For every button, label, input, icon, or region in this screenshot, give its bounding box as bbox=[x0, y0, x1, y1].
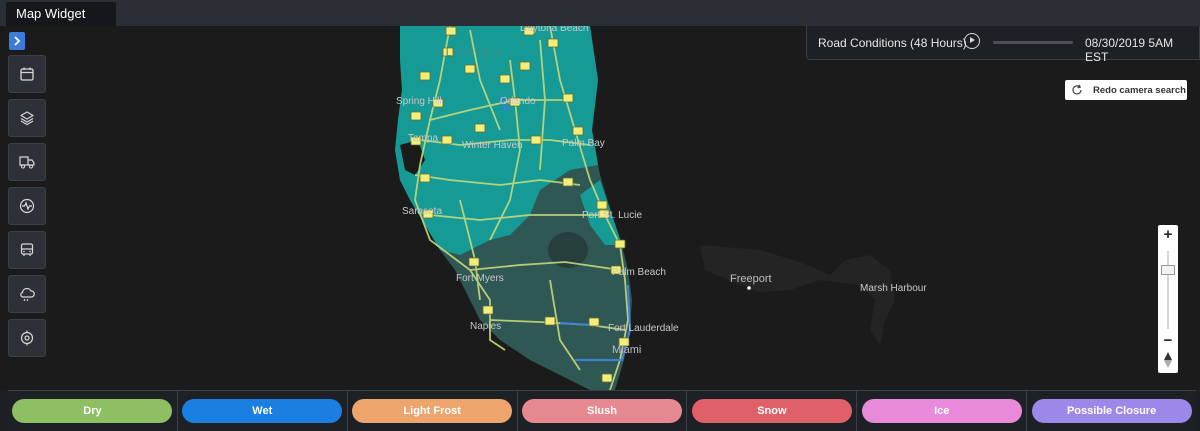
location-icon bbox=[20, 330, 34, 346]
legend-pill-possible-closure[interactable]: Possible Closure bbox=[1031, 399, 1192, 423]
label-port-st-lucie: Port St. Lucie bbox=[582, 210, 643, 221]
expand-panel-button[interactable] bbox=[9, 32, 25, 50]
label-daytona: Daytona Beach bbox=[520, 26, 589, 34]
layers-icon bbox=[20, 111, 34, 126]
legend-cell: Dry bbox=[8, 391, 178, 431]
road-conditions-timestamp: 08/30/2019 5AM EST bbox=[1085, 36, 1174, 64]
chevron-right-icon bbox=[14, 36, 21, 46]
calendar-button[interactable] bbox=[8, 55, 46, 93]
truck-button[interactable] bbox=[8, 143, 46, 181]
legend-cell: Snow bbox=[687, 391, 858, 431]
label-miami: Miami bbox=[612, 344, 642, 356]
cloud-icon bbox=[20, 287, 35, 302]
zoom-out-button[interactable]: − bbox=[1158, 333, 1178, 349]
label-palm-bay: Palm Bay bbox=[562, 138, 605, 149]
legend-cell: Possible Closure bbox=[1027, 391, 1196, 431]
legend-cell: Light Frost bbox=[348, 391, 518, 431]
road-conditions-panel: Road Conditions (48 Hours) 08/30/2019 5A… bbox=[806, 26, 1200, 64]
label-tampa: Tampa bbox=[408, 133, 439, 144]
activity-icon bbox=[19, 198, 35, 214]
zoom-control: + − bbox=[1158, 225, 1178, 373]
legend-pill-slush[interactable]: Slush bbox=[522, 399, 682, 423]
legend-pill-snow[interactable]: Snow bbox=[691, 399, 852, 423]
label-fort-lauderdale: Fort Lauderdale bbox=[608, 323, 679, 334]
top-bar: Map Widget bbox=[0, 0, 1200, 26]
play-button[interactable] bbox=[964, 33, 980, 49]
legend-pill-ice[interactable]: Ice bbox=[861, 399, 1022, 423]
compass-icon[interactable] bbox=[1162, 351, 1174, 369]
tool-sidebar bbox=[8, 55, 46, 363]
road-conditions-title: Road Conditions (48 Hours) bbox=[818, 36, 967, 50]
zoom-track[interactable] bbox=[1167, 251, 1169, 329]
legend-pill-dry[interactable]: Dry bbox=[12, 399, 173, 423]
label-naples: Naples bbox=[470, 321, 502, 332]
bahamas-islands bbox=[700, 245, 895, 345]
activity-button[interactable] bbox=[8, 187, 46, 225]
legend-cell: Ice bbox=[857, 391, 1028, 431]
bus-button[interactable] bbox=[8, 231, 46, 269]
label-spring-hill: Spring Hill bbox=[396, 96, 442, 107]
map-canvas[interactable] bbox=[0, 26, 1200, 390]
label-freeport: Freeport bbox=[730, 273, 772, 285]
legend-pill-wet[interactable]: Wet bbox=[182, 399, 343, 423]
legend-pill-light-frost[interactable]: Light Frost bbox=[352, 399, 513, 423]
redo-camera-search-label: Redo camera search bbox=[1093, 84, 1186, 96]
layers-button[interactable] bbox=[8, 99, 46, 137]
label-sarasota: Sarasota bbox=[402, 206, 443, 217]
location-button[interactable] bbox=[8, 319, 46, 357]
legend-cell: Wet bbox=[178, 391, 348, 431]
label-winter-haven: Winter Haven bbox=[462, 140, 523, 151]
label-palm-beach: Palm Beach bbox=[612, 267, 666, 278]
label-marsh-harbour: Marsh Harbour bbox=[860, 283, 927, 294]
label-orlando: Orlando bbox=[500, 96, 536, 107]
label-florida: FLORIDA bbox=[436, 47, 505, 59]
legend-cell: Slush bbox=[518, 391, 688, 431]
calendar-icon bbox=[20, 67, 34, 81]
tab-map-widget[interactable]: Map Widget bbox=[6, 2, 116, 26]
map-view[interactable]: FLORIDA Daytona Beach Spring Hill Orland… bbox=[0, 26, 1200, 390]
zoom-in-button[interactable]: + bbox=[1158, 227, 1178, 243]
bus-icon bbox=[20, 243, 34, 256]
freeport-dot bbox=[747, 286, 751, 290]
refresh-icon bbox=[1072, 84, 1082, 95]
weather-button[interactable] bbox=[8, 275, 46, 313]
redo-camera-search-button[interactable]: Redo camera search bbox=[1065, 80, 1187, 100]
truck-icon bbox=[19, 156, 35, 169]
time-slider[interactable] bbox=[993, 41, 1073, 44]
zoom-handle[interactable] bbox=[1161, 265, 1175, 275]
label-fort-myers: Fort Myers bbox=[456, 273, 504, 284]
road-condition-legend: Dry Wet Light Frost Slush Snow Ice Possible Cl… bbox=[8, 390, 1196, 431]
